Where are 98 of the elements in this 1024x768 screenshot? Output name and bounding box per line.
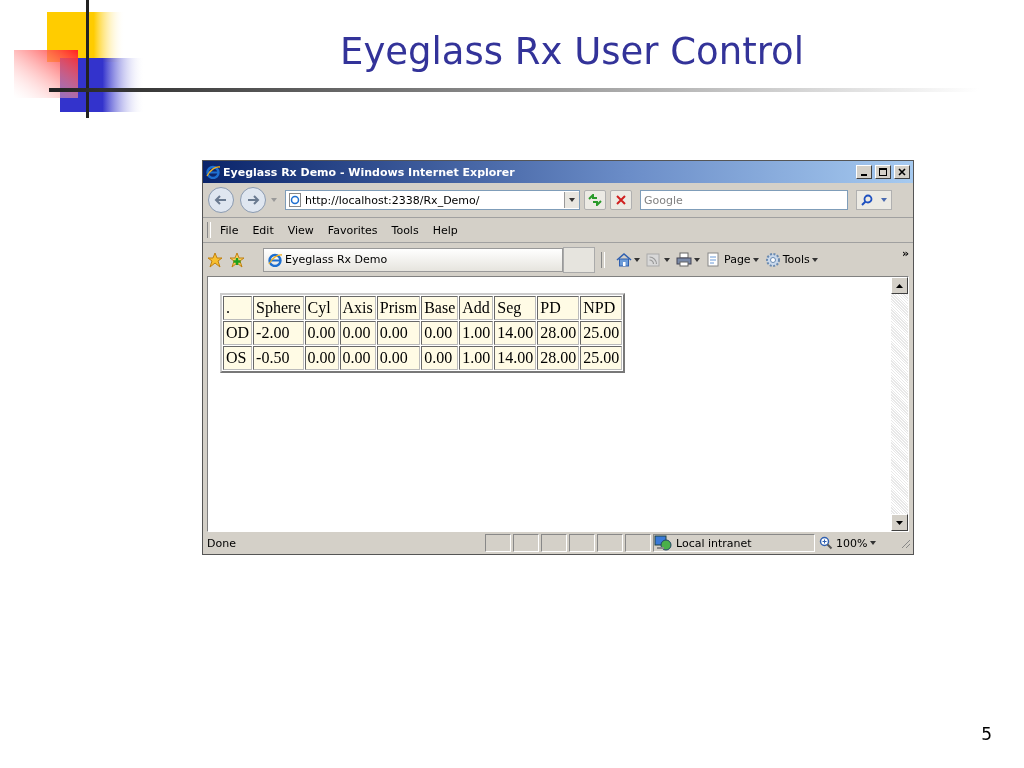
ie-logo-icon	[206, 165, 220, 179]
status-pane	[569, 534, 595, 552]
table-cell: 0.00	[304, 321, 339, 345]
table-cell: 0.00	[376, 346, 421, 370]
table-cell: -0.50	[253, 346, 304, 370]
caret-icon	[694, 257, 700, 262]
address-text: http://localhost:2338/Rx_Demo/	[305, 193, 481, 207]
search-field[interactable]: Google	[640, 190, 848, 210]
scroll-up-button[interactable]	[891, 277, 908, 294]
stop-button[interactable]	[610, 190, 632, 210]
zone-label: Local intranet	[676, 536, 752, 550]
menu-item[interactable]: Tools	[386, 221, 424, 239]
menu-item[interactable]: View	[282, 221, 319, 239]
table-cell: 25.00	[580, 321, 623, 345]
column-header: .	[223, 296, 253, 320]
caret-icon	[752, 257, 759, 262]
caret-icon	[634, 257, 640, 262]
table-cell: OD	[223, 321, 253, 345]
tools-menu-button[interactable]: Tools	[763, 251, 819, 268]
close-button[interactable]	[894, 165, 910, 179]
table-cell: 14.00	[494, 346, 537, 370]
slide-title: Eyeglass Rx User Control	[340, 30, 804, 75]
status-pane	[485, 534, 511, 552]
caret-icon	[811, 257, 818, 262]
refresh-button[interactable]	[584, 190, 606, 210]
menu-item[interactable]: Favorites	[322, 221, 383, 239]
home-icon	[616, 251, 632, 268]
column-header: Sphere	[253, 296, 304, 320]
status-pane	[513, 534, 539, 552]
table-cell: 28.00	[537, 346, 580, 370]
favorites-star-icon[interactable]	[207, 251, 223, 268]
column-header: PD	[537, 296, 580, 320]
forward-button-icon[interactable]	[239, 186, 267, 214]
table-cell: 25.00	[580, 346, 623, 370]
column-header: Prism	[376, 296, 421, 320]
refresh-icon	[588, 194, 602, 206]
table-cell: 0.00	[304, 346, 339, 370]
back-button-icon[interactable]	[207, 186, 235, 214]
address-field[interactable]: http://localhost:2338/Rx_Demo/	[285, 190, 580, 210]
column-header: Axis	[339, 296, 376, 320]
table-cell: 28.00	[537, 321, 580, 345]
home-button[interactable]	[615, 251, 641, 268]
feed-icon	[646, 251, 662, 268]
tools-icon	[764, 251, 781, 268]
scroll-down-button[interactable]	[891, 514, 908, 531]
table-cell: -2.00	[253, 321, 304, 345]
table-cell: 0.00	[421, 346, 459, 370]
page-icon	[289, 193, 301, 207]
window-title: Eyeglass Rx Demo - Windows Internet Explorer	[223, 165, 516, 179]
table-cell: 0.00	[421, 321, 459, 345]
down-arrow-icon	[896, 520, 903, 525]
maximize-button[interactable]	[875, 165, 891, 179]
table-cell: 0.00	[376, 321, 421, 345]
caret-icon	[569, 198, 575, 202]
status-pane	[625, 534, 651, 552]
close-icon	[897, 167, 907, 177]
table-cell: 0.00	[339, 346, 376, 370]
ie-logo-icon	[268, 252, 282, 267]
feed-button[interactable]	[645, 251, 671, 268]
toolbar-overflow-button[interactable]: »	[901, 247, 909, 260]
page-menu-button[interactable]: Page	[705, 251, 760, 268]
stop-icon	[615, 194, 627, 206]
minimize-icon	[861, 174, 867, 176]
resize-grip-icon	[899, 537, 911, 549]
up-arrow-icon	[896, 283, 903, 288]
status-text: Done	[206, 536, 237, 550]
column-header: Cyl	[304, 296, 339, 320]
search-icon	[861, 194, 873, 206]
table-cell: 1.00	[459, 321, 494, 345]
zoom-button[interactable]: 100%	[817, 535, 897, 551]
column-header: Add	[459, 296, 494, 320]
table-cell: 14.00	[494, 321, 537, 345]
search-button[interactable]	[856, 190, 892, 210]
table-cell: 1.00	[459, 346, 494, 370]
status-pane	[541, 534, 567, 552]
zoom-icon	[819, 536, 833, 550]
tab-label: Eyeglass Rx Demo	[285, 253, 388, 266]
print-icon	[676, 251, 692, 268]
page-number: 5	[981, 724, 992, 744]
menu-item[interactable]: File	[215, 221, 244, 239]
caret-icon	[881, 198, 887, 202]
column-header: Base	[421, 296, 459, 320]
column-header: Seg	[494, 296, 537, 320]
column-header: NPD	[580, 296, 623, 320]
minimize-button[interactable]	[856, 165, 872, 179]
menu-item[interactable]: Edit	[247, 221, 279, 239]
dropdown-button[interactable]	[564, 192, 579, 208]
caret-icon	[664, 257, 670, 262]
status-pane	[597, 534, 623, 552]
table-cell: 0.00	[339, 321, 376, 345]
print-button[interactable]	[675, 251, 701, 268]
maximize-icon	[878, 167, 888, 177]
table-cell: OS	[223, 346, 253, 370]
browser-tab[interactable]: Eyeglass Rx Demo	[263, 247, 563, 272]
vertical-scrollbar[interactable]	[891, 277, 908, 531]
menu-item[interactable]: Help	[427, 221, 463, 239]
page-icon	[706, 251, 722, 268]
caret-icon	[870, 541, 877, 545]
